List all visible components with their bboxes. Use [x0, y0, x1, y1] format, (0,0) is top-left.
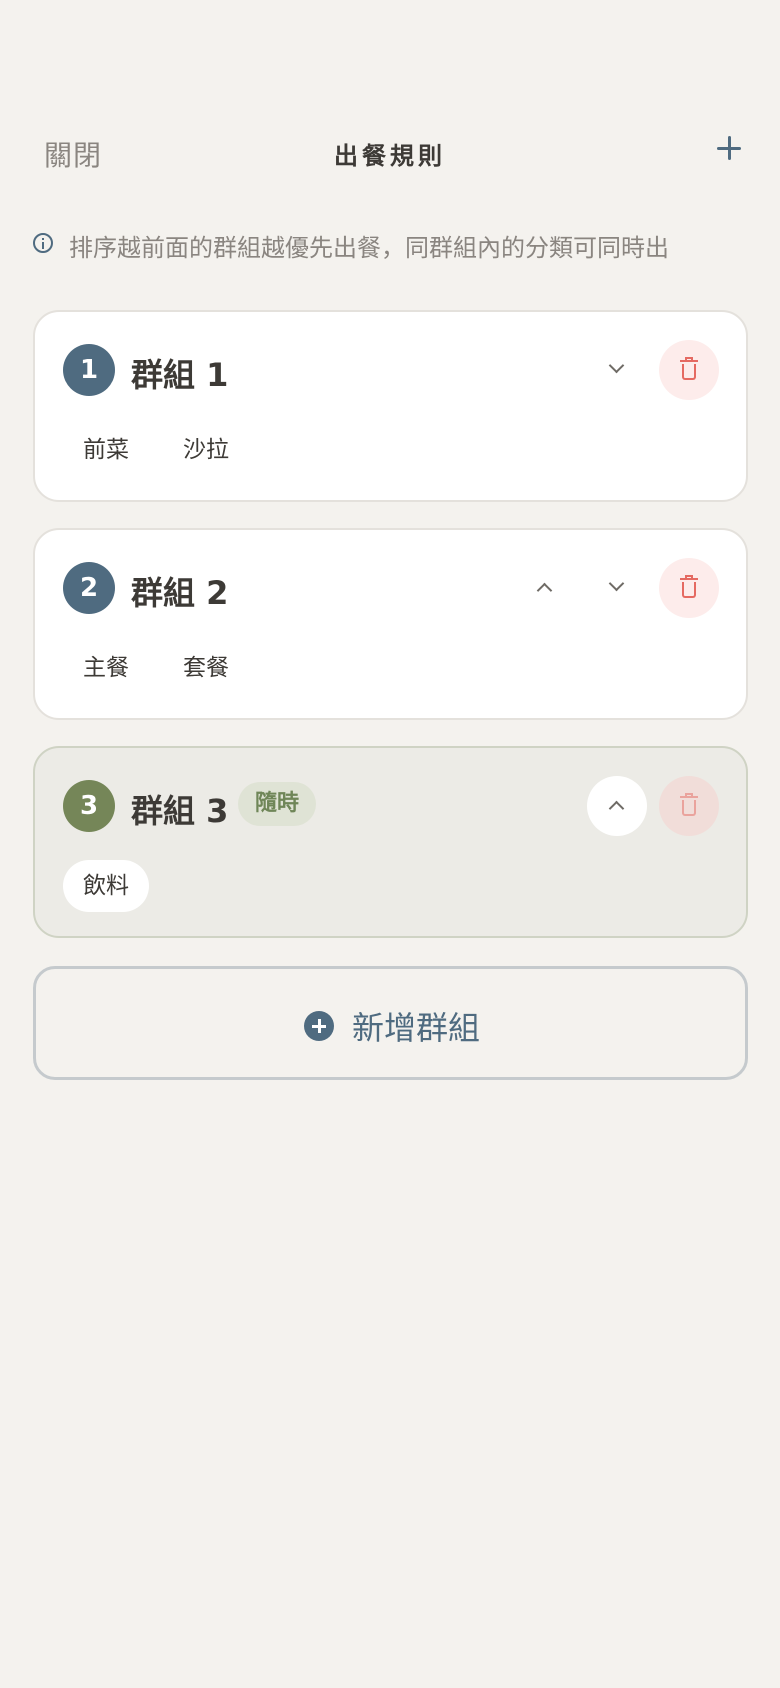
move-down-button[interactable]: [587, 340, 647, 400]
delete-group-button[interactable]: [659, 340, 719, 400]
category-chip[interactable]: 主餐: [63, 642, 149, 694]
group-name: 群組 2: [131, 574, 229, 612]
move-up-button[interactable]: [515, 558, 575, 618]
info-text: 排序越前面的群組越優先出餐，同群組內的分類可同時出: [69, 234, 669, 262]
group-number-badge: 3: [63, 780, 115, 832]
header: 關閉 出餐規則: [0, 120, 780, 184]
group-card-3: 3 群組 3 隨時 飲料: [33, 746, 748, 938]
info-banner: 排序越前面的群組越優先出餐，同群組內的分類可同時出: [33, 228, 753, 262]
category-chip[interactable]: 沙拉: [163, 424, 249, 476]
add-group-label: 新增群組: [352, 1009, 481, 1047]
chevron-down-icon: [608, 575, 625, 592]
plus-circle-icon: [304, 1011, 334, 1041]
add-group-button[interactable]: 新增群組: [33, 966, 748, 1080]
chevron-up-icon: [536, 582, 553, 599]
group-name: 群組 3: [131, 792, 229, 830]
delete-group-button[interactable]: [659, 558, 719, 618]
category-chip[interactable]: 飲料: [63, 860, 149, 912]
group-card-1: 1 群組 1 前菜 沙拉: [33, 310, 748, 502]
category-chip[interactable]: 前菜: [63, 424, 149, 476]
group-number-badge: 2: [63, 562, 115, 614]
group-number-badge: 1: [63, 344, 115, 396]
group-name: 群組 1: [131, 356, 229, 394]
category-chip[interactable]: 套餐: [163, 642, 249, 694]
delete-group-button[interactable]: [659, 776, 719, 836]
plus-icon[interactable]: [712, 130, 748, 166]
move-down-button[interactable]: [587, 558, 647, 618]
page-title: 出餐規則: [334, 142, 446, 170]
move-up-button[interactable]: [587, 776, 647, 836]
anytime-tag: 隨時: [238, 782, 316, 826]
chevron-down-icon: [608, 357, 625, 374]
group-card-2: 2 群組 2 主餐 套餐: [33, 528, 748, 720]
rules-sheet: 關閉 出餐規則 排序越前面的群組越優先出餐，同群組內的分類可同時出 1 群組 1…: [0, 0, 780, 1688]
info-icon: [33, 233, 53, 253]
chevron-up-icon: [608, 800, 625, 817]
